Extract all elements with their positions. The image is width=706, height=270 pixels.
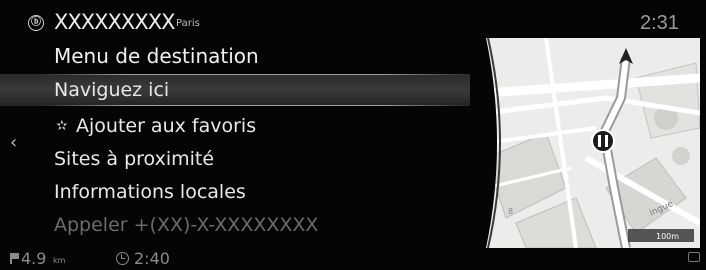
clock-icon bbox=[116, 252, 129, 265]
trip-info-bar: 4.9 km 2:40 bbox=[0, 246, 706, 270]
map-house-number: 8 bbox=[508, 207, 513, 216]
menu-title: Menu de destination bbox=[54, 44, 259, 68]
menu-item-label: Appeler +(XX)-X-XXXXXXXX bbox=[54, 214, 319, 236]
place-category-icon: ⓑ bbox=[28, 15, 44, 31]
destination-name: XXXXXXXXX bbox=[54, 10, 175, 34]
favorite-star-icon: ✫ bbox=[56, 118, 68, 134]
menu-item-local-info[interactable]: Informations locales bbox=[0, 176, 470, 208]
menu-item-label: Naviguez ici bbox=[54, 79, 170, 101]
destination-flag-icon bbox=[10, 253, 19, 264]
menu-item-navigate-here[interactable]: Naviguez ici bbox=[0, 74, 470, 106]
distance-unit: km bbox=[53, 256, 66, 265]
map-preview[interactable]: 100m ingue 8 bbox=[486, 38, 700, 248]
map-drawing: 100m ingue 8 bbox=[486, 38, 700, 248]
menu-item-nearby-sites[interactable]: Sites à proximité bbox=[0, 143, 470, 175]
menu-item-label: Sites à proximité bbox=[54, 148, 215, 170]
navigation-screen: ⓑ XXXXXXXXX Paris 2:31 ‹ Menu de destina… bbox=[0, 0, 706, 270]
map-scale-label: 100m bbox=[656, 232, 679, 241]
clock: 2:31 bbox=[640, 12, 679, 34]
menu-item-call: Appeler +(XX)-X-XXXXXXXX bbox=[0, 209, 470, 241]
destination-header: ⓑ XXXXXXXXX Paris 2:31 bbox=[0, 6, 706, 36]
menu-item-label: Ajouter aux favoris bbox=[76, 115, 257, 137]
destination-city: Paris bbox=[176, 18, 200, 29]
menu-item-add-favorite[interactable]: ✫ Ajouter aux favoris bbox=[0, 110, 470, 142]
remaining-distance: 4.9 bbox=[21, 249, 47, 268]
menu-item-label: Informations locales bbox=[54, 181, 246, 203]
message-icon[interactable] bbox=[688, 252, 700, 262]
arrival-time: 2:40 bbox=[134, 249, 170, 268]
